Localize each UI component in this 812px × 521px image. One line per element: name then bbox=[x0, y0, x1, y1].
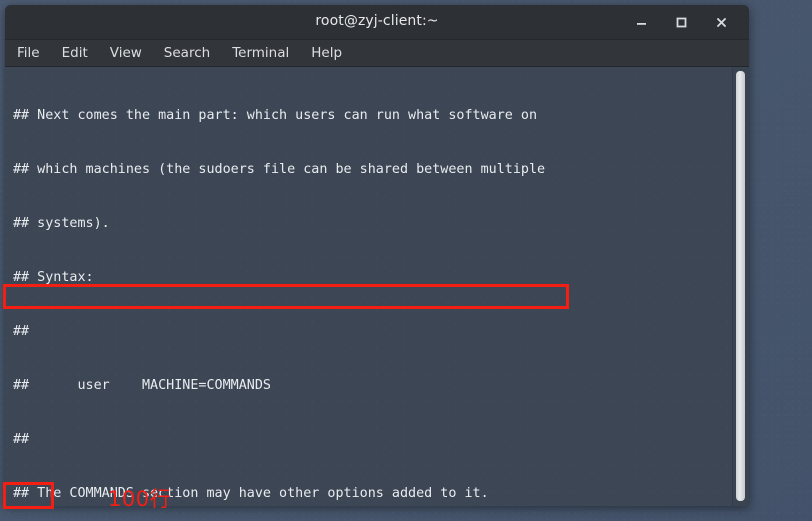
minimize-button[interactable] bbox=[630, 11, 652, 33]
terminal-output[interactable]: ## Next comes the main part: which users… bbox=[13, 71, 725, 506]
terminal-line: ## systems). bbox=[13, 216, 110, 231]
close-icon bbox=[715, 16, 728, 29]
menu-bar: File Edit View Search Terminal Help bbox=[5, 40, 749, 67]
maximize-icon bbox=[675, 16, 688, 29]
terminal-line: ## The COMMANDS section may have other o… bbox=[13, 486, 489, 501]
window-titlebar[interactable]: root@zyj-client:~ bbox=[5, 5, 749, 40]
terminal-line: ## user MACHINE=COMMANDS bbox=[13, 378, 271, 393]
terminal-line: ## which machines (the sudoers file can … bbox=[13, 162, 546, 177]
menu-item-help[interactable]: Help bbox=[311, 40, 342, 66]
terminal-window: root@zyj-client:~ File Edit View Search … bbox=[5, 5, 749, 506]
terminal-viewport[interactable]: ## Next comes the main part: which users… bbox=[5, 67, 749, 506]
terminal-line: ## Next comes the main part: which users… bbox=[13, 108, 538, 123]
terminal-line: ## bbox=[13, 432, 30, 447]
menu-item-view[interactable]: View bbox=[110, 40, 142, 66]
close-button[interactable] bbox=[710, 11, 732, 33]
menu-item-file[interactable]: File bbox=[17, 40, 40, 66]
maximize-button[interactable] bbox=[670, 11, 692, 33]
menu-item-terminal[interactable]: Terminal bbox=[232, 40, 289, 66]
minimize-icon bbox=[635, 16, 648, 29]
menu-item-search[interactable]: Search bbox=[164, 40, 210, 66]
scrollbar-thumb[interactable] bbox=[736, 71, 745, 501]
terminal-line: ## bbox=[13, 324, 30, 339]
menu-item-edit[interactable]: Edit bbox=[62, 40, 88, 66]
terminal-scrollbar[interactable] bbox=[732, 67, 749, 506]
terminal-line: ## Syntax: bbox=[13, 270, 94, 285]
